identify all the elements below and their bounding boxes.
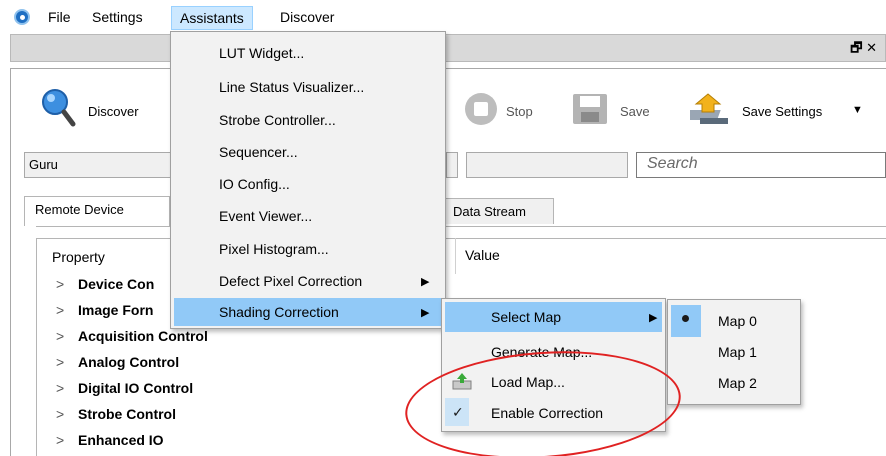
chevron-right-icon: > — [56, 302, 65, 318]
menu-item-strobe-controller[interactable]: Strobe Controller... — [219, 112, 336, 128]
tab-data-stream[interactable]: Data Stream — [442, 198, 554, 224]
menu-item-map-0[interactable]: Map 0 — [718, 313, 757, 329]
menu-item-map-1[interactable]: Map 1 — [718, 344, 757, 360]
stop-label: Stop — [506, 104, 533, 119]
tab-remote-device[interactable]: Remote Device — [24, 196, 170, 226]
tree-row-label: Strobe Control — [78, 406, 176, 422]
tree-row-label: Digital IO Control — [78, 380, 194, 396]
tab-data-stream-label: Data Stream — [453, 204, 526, 219]
chevron-right-icon: > — [56, 380, 65, 396]
chevron-right-icon: > — [56, 432, 65, 448]
chevron-right-icon: > — [56, 406, 65, 422]
submenu-arrow-icon: ▶ — [421, 307, 430, 319]
tree-row-label: Analog Control — [78, 354, 180, 370]
menu-item-event-viewer[interactable]: Event Viewer... — [219, 208, 312, 224]
menu-item-pixel-histogram[interactable]: Pixel Histogram... — [219, 241, 329, 257]
tab-content-border — [36, 226, 886, 227]
visibility-dropdown-edge[interactable] — [446, 152, 458, 178]
tree-row[interactable]: > Strobe Control — [56, 406, 176, 430]
stop-icon — [465, 93, 497, 125]
filter-field[interactable] — [466, 152, 628, 178]
menu-item-enable-correction[interactable]: Enable Correction — [491, 405, 603, 421]
column-divider — [455, 238, 456, 274]
checkmark-icon: ✓ — [452, 404, 464, 420]
chevron-right-icon: > — [56, 328, 65, 344]
menu-item-line-status-visualizer[interactable]: Line Status Visualizer... — [219, 79, 364, 95]
search-input[interactable]: Search — [636, 152, 886, 178]
panel-title-bar: 🗗 ✕ — [10, 34, 886, 62]
save-label: Save — [620, 104, 650, 119]
discover-button[interactable] — [40, 88, 76, 128]
menu-item-map-2[interactable]: Map 2 — [718, 375, 757, 391]
menu-settings[interactable]: Settings — [84, 6, 151, 30]
menu-item-io-config[interactable]: IO Config... — [219, 176, 290, 192]
menu-item-sequencer[interactable]: Sequencer... — [219, 144, 298, 160]
tab-remote-device-label: Remote Device — [35, 202, 124, 217]
tree-row[interactable]: > Device Con — [56, 276, 154, 300]
menu-item-shading-correction-label: Shading Correction — [219, 304, 339, 320]
tree-row-label: Acquisition Control — [78, 328, 208, 344]
tree-row[interactable]: > Acquisition Control — [56, 328, 208, 352]
search-placeholder: Search — [647, 155, 698, 172]
tree-row[interactable]: > Image Forn — [56, 302, 153, 326]
magnifier-icon — [42, 89, 76, 127]
menu-bar: File Settings Assistants Discover — [0, 0, 886, 32]
menu-file[interactable]: File — [40, 6, 79, 30]
chevron-right-icon: > — [56, 354, 65, 370]
tree-row-label: Device Con — [78, 276, 155, 292]
property-column-header[interactable]: Property — [52, 249, 105, 265]
menu-discover[interactable]: Discover — [272, 6, 342, 30]
save-settings-button[interactable] — [683, 90, 734, 128]
save-settings-label: Save Settings — [742, 104, 823, 119]
value-column-header[interactable]: Value — [465, 247, 500, 263]
stop-button[interactable] — [464, 92, 498, 126]
tree-row[interactable]: > Enhanced IO — [56, 432, 164, 456]
app-logo-icon — [14, 9, 30, 25]
tree-row[interactable]: > Digital IO Control — [56, 380, 193, 404]
submenu-arrow-icon: ▶ — [649, 312, 658, 324]
radio-bullet-icon — [682, 315, 689, 322]
submenu-arrow-icon: ▶ — [421, 276, 430, 288]
save-settings-dropdown-arrow-icon[interactable]: ▼ — [852, 104, 863, 116]
save-settings-icon — [683, 93, 728, 124]
save-button[interactable] — [571, 92, 609, 126]
visibility-value: Guru — [29, 157, 58, 172]
menu-assistants[interactable]: Assistants — [171, 6, 253, 30]
menu-item-select-map-label: Select Map — [491, 309, 562, 325]
tree-row-label: Image Forn — [78, 302, 154, 318]
panel-float-close-buttons[interactable]: 🗗 ✕ — [850, 39, 877, 61]
menu-item-lut-widget[interactable]: LUT Widget... — [219, 45, 304, 61]
floppy-disk-icon — [573, 94, 607, 124]
tree-row-label: Enhanced IO — [78, 432, 164, 448]
menu-item-generate-map[interactable]: Generate Map... — [491, 344, 592, 360]
discover-label: Discover — [88, 104, 139, 119]
menu-item-load-map[interactable]: Load Map... — [491, 374, 565, 390]
tree-row[interactable]: > Analog Control — [56, 354, 179, 378]
menu-item-defect-pixel-correction[interactable]: Defect Pixel Correction — [219, 273, 362, 289]
chevron-right-icon: > — [56, 276, 65, 292]
load-map-icon — [451, 372, 473, 392]
visibility-selector[interactable]: Guru — [24, 152, 178, 178]
